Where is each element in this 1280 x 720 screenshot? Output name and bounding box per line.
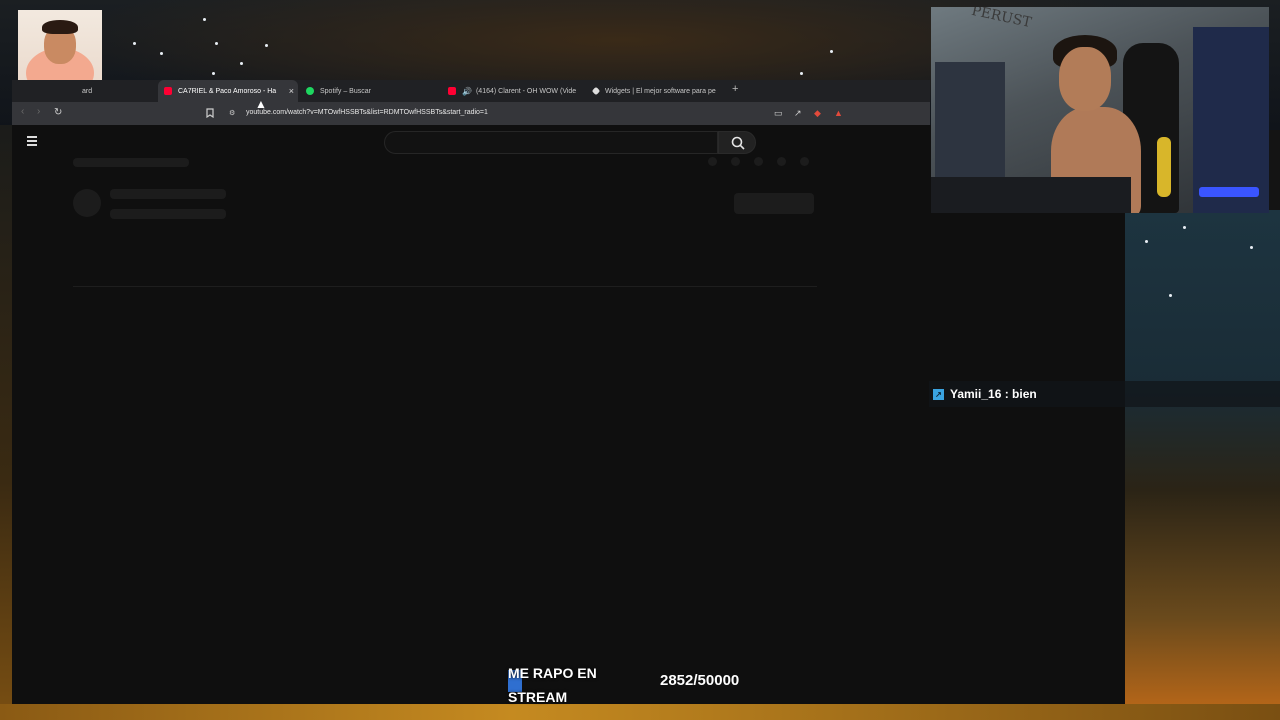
webcam-wall-logo: PERUST bbox=[970, 7, 1033, 32]
stream-background-right bbox=[1125, 210, 1280, 720]
goal-count: 2852/50000 bbox=[660, 672, 740, 689]
tab-youtube-active[interactable]: CA7RIEL & Paco Amoroso - Ha × bbox=[158, 80, 298, 102]
stream-background-bottom bbox=[0, 704, 1280, 720]
skeleton-chip bbox=[800, 157, 809, 166]
skeleton-divider bbox=[73, 286, 817, 287]
youtube-favicon-icon bbox=[164, 87, 172, 95]
skeleton-chip bbox=[708, 157, 717, 166]
new-tab-icon[interactable]: + bbox=[732, 83, 738, 95]
menu-icon[interactable] bbox=[27, 136, 37, 148]
skeleton-chip bbox=[777, 157, 786, 166]
skeleton-chip bbox=[754, 157, 763, 166]
chat-message: ↗ Yamii_16 : bien bbox=[929, 381, 1280, 407]
stream-background-left bbox=[0, 125, 12, 720]
tab-title: (4164) Clarent - OH WOW (Vide bbox=[475, 87, 577, 95]
close-tab-icon[interactable]: × bbox=[289, 86, 294, 96]
browser-tab-bar: ard CA7RIEL & Paco Amoroso - Ha × Spotif… bbox=[12, 80, 930, 102]
tab-title: Widgets | El mejor software para pe bbox=[605, 87, 716, 95]
tab-title: CA7RIEL & Paco Amoroso - Ha bbox=[178, 87, 277, 95]
search-icon bbox=[731, 136, 745, 150]
avatar-hair bbox=[42, 20, 78, 34]
address-bar-url[interactable]: youtube.com/watch?v=MTOwfHSSBTs&list=RDM… bbox=[246, 109, 488, 116]
back-icon[interactable]: ‹ bbox=[21, 106, 24, 117]
webcam-chair-accent bbox=[1157, 137, 1171, 197]
share-icon[interactable]: ↗ bbox=[794, 108, 802, 119]
forward-icon[interactable]: › bbox=[37, 106, 40, 117]
youtube-favicon-icon bbox=[448, 87, 456, 95]
chat-badge-icon: ↗ bbox=[933, 388, 944, 400]
tab-dashboard[interactable]: ard bbox=[82, 80, 122, 102]
skeleton-subscribers bbox=[110, 209, 226, 219]
search-button[interactable] bbox=[718, 131, 756, 154]
bookmark-icon[interactable] bbox=[206, 108, 214, 120]
skeleton-channel-name bbox=[110, 189, 226, 199]
tab-spotify[interactable]: Spotify – Buscar bbox=[300, 80, 440, 102]
webcam-desk bbox=[931, 177, 1131, 213]
extension-shield-icon[interactable]: ◆ bbox=[814, 108, 821, 119]
skeleton-chip bbox=[731, 157, 740, 166]
tab-youtube-audio[interactable]: 🔊 (4164) Clarent - OH WOW (Vide bbox=[442, 80, 582, 102]
skeleton-subscribe-button bbox=[734, 193, 814, 214]
webcam-feed: PERUST bbox=[931, 7, 1269, 213]
webcam-shelf-left bbox=[935, 62, 1005, 192]
widgets-favicon-icon bbox=[591, 86, 601, 96]
browser-toolbar: ‹ › ↻ ⚙ youtube.com/watch?v=MTOwfHSSBTs&… bbox=[12, 102, 930, 125]
tab-widgets[interactable]: Widgets | El mejor software para pe bbox=[587, 80, 727, 102]
cast-icon[interactable]: ▭ bbox=[774, 108, 783, 119]
webcam-shelf-right bbox=[1193, 27, 1269, 213]
spotify-favicon-icon bbox=[306, 87, 314, 95]
skeleton-channel-avatar bbox=[73, 189, 101, 217]
tab-title: Spotify – Buscar bbox=[320, 87, 371, 95]
extension-warning-icon[interactable]: ▲ bbox=[834, 108, 843, 118]
chat-message-text: Yamii_16 : bien bbox=[950, 387, 1037, 401]
reload-icon[interactable]: ↻ bbox=[54, 107, 62, 118]
audio-playing-icon[interactable]: 🔊 bbox=[462, 87, 472, 96]
tab-title: ard bbox=[82, 87, 93, 95]
site-info-icon[interactable]: ⚙ bbox=[229, 109, 235, 117]
mouse-cursor-icon: ▲ bbox=[255, 97, 267, 111]
skeleton-title bbox=[73, 158, 189, 167]
goal-label: ME RAPO EN STREAM bbox=[508, 665, 597, 705]
webcam-streamer-head bbox=[1059, 47, 1111, 111]
search-input[interactable] bbox=[384, 131, 718, 154]
